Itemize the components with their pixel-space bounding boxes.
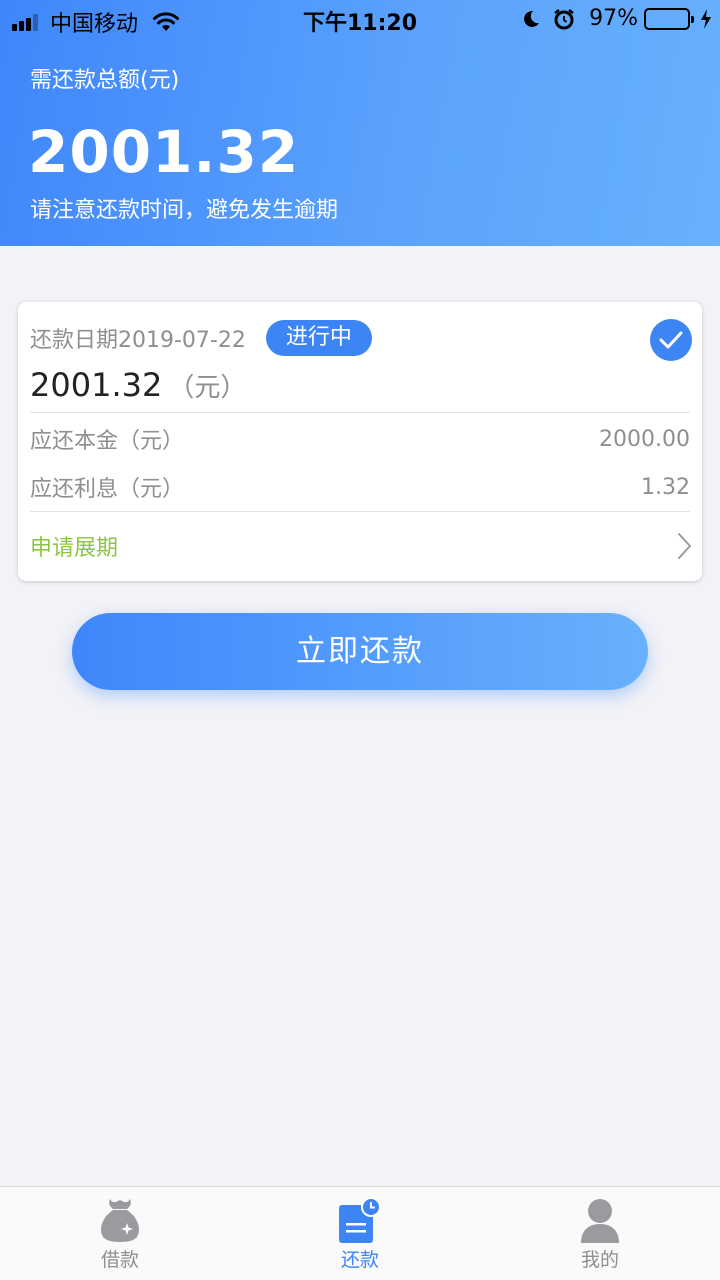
total-due-label: 需还款总额(元)	[30, 68, 180, 93]
header-banner: 中国移动 下午11:20 97% 需还款总额(元) 2001.32 请注意还款时…	[0, 0, 720, 246]
charging-bolt-icon	[701, 8, 711, 29]
bill-due-date: 还款日期2019-07-22	[30, 328, 246, 353]
divider	[30, 511, 690, 512]
status-bar: 中国移动 下午11:20 97%	[0, 0, 720, 40]
money-bag-icon	[101, 1199, 139, 1242]
repayment-bill-card[interactable]: 还款日期2019-07-22 进行中 2001.32 （元） 应还本金（元） 2…	[18, 302, 702, 581]
selected-check-icon[interactable]	[650, 319, 692, 361]
due-reminder-text: 请注意还款时间，避免发生逾期	[30, 198, 339, 223]
tab-bar: 借款 还款 我的	[0, 1186, 720, 1280]
tab-label: 借款	[100, 1249, 139, 1271]
alarm-clock-icon	[554, 8, 574, 29]
tab-borrow[interactable]: 借款	[0, 1187, 240, 1280]
status-right: 97%	[521, 6, 712, 31]
apply-extension-link[interactable]: 申请展期	[30, 528, 692, 564]
status-badge: 进行中	[265, 320, 372, 356]
apply-extension-label: 申请展期	[30, 536, 119, 561]
principal-value: 2000.00	[599, 426, 690, 452]
tab-label: 还款	[340, 1249, 379, 1271]
tab-label: 我的	[580, 1249, 619, 1271]
principal-label: 应还本金（元）	[30, 429, 185, 454]
battery-percent: 97%	[589, 6, 638, 31]
principal-row: 应还本金（元） 2000.00	[30, 419, 690, 459]
bill-clock-icon	[339, 1197, 381, 1243]
bill-date-row: 还款日期2019-07-22 进行中	[30, 320, 372, 356]
interest-row: 应还利息（元） 1.32	[30, 467, 690, 507]
user-icon	[581, 1199, 619, 1243]
bill-amount-unit: （元）	[168, 373, 247, 403]
repay-now-button[interactable]: 立即还款	[72, 613, 648, 690]
battery-icon	[644, 7, 694, 30]
tab-mine[interactable]: 我的	[480, 1187, 720, 1280]
interest-value: 1.32	[641, 474, 690, 500]
bill-amount: 2001.32	[30, 366, 163, 404]
chevron-right-icon	[678, 533, 691, 559]
interest-label: 应还利息（元）	[30, 477, 185, 502]
total-due-amount: 2001.32	[28, 118, 300, 186]
bill-amount-row: 2001.32 （元）	[30, 366, 246, 404]
moon-icon	[524, 10, 540, 27]
divider	[30, 412, 690, 413]
tab-repay[interactable]: 还款	[240, 1187, 480, 1280]
